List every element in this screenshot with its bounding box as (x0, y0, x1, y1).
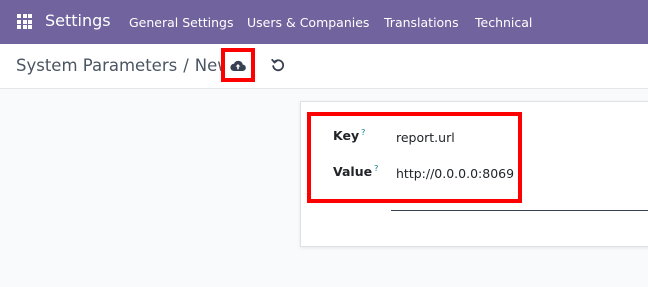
key-field-label: Key? (333, 128, 365, 143)
field-underline (391, 210, 648, 211)
value-help-tooltip-icon[interactable]: ? (374, 164, 378, 173)
menu-general-settings[interactable]: General Settings (129, 15, 234, 30)
top-navbar: Settings General Settings Users & Compan… (0, 0, 648, 44)
undo-icon (271, 58, 285, 72)
breadcrumb-separator: / (183, 56, 189, 75)
key-input[interactable]: report.url (396, 130, 455, 145)
value-field-label: Value? (333, 164, 378, 179)
breadcrumb: System Parameters / New (16, 56, 231, 75)
menu-users-companies[interactable]: Users & Companies (247, 15, 369, 30)
value-label-text: Value (333, 164, 373, 180)
key-label-text: Key (333, 128, 360, 144)
save-button[interactable] (221, 48, 255, 82)
cloud-upload-icon (230, 60, 246, 71)
menu-translations[interactable]: Translations (384, 15, 459, 30)
discard-button[interactable] (268, 55, 288, 75)
breadcrumb-parent[interactable]: System Parameters (16, 56, 177, 75)
value-input[interactable]: http://0.0.0.0:8069 (396, 166, 514, 181)
key-help-tooltip-icon[interactable]: ? (361, 128, 365, 137)
control-panel: System Parameters / New (0, 44, 648, 89)
app-name[interactable]: Settings (45, 11, 111, 30)
menu-technical[interactable]: Technical (475, 15, 532, 30)
apps-menu-icon[interactable] (17, 14, 32, 29)
